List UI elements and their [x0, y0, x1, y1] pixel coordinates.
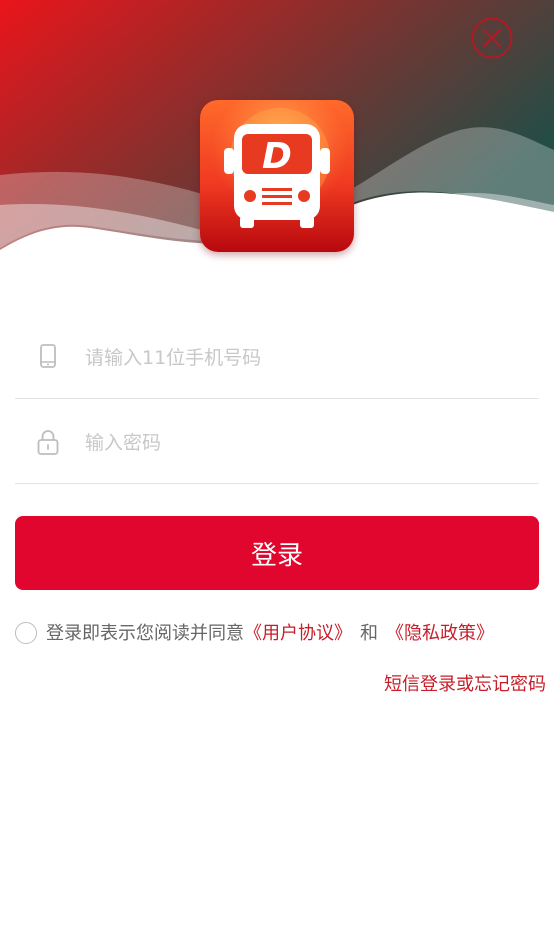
- privacy-policy-link[interactable]: 《隐私政策》: [386, 623, 494, 644]
- user-agreement-link[interactable]: 《用户协议》: [244, 623, 352, 644]
- app-logo: D: [200, 100, 354, 252]
- agreement-prefix: 登录即表示您阅读并同意: [46, 623, 244, 644]
- phone-icon: [40, 344, 56, 368]
- agreement-checkbox[interactable]: [15, 622, 37, 644]
- phone-input[interactable]: [83, 337, 527, 379]
- lock-icon: [37, 430, 59, 455]
- agreement-and: 和: [360, 623, 378, 644]
- password-input[interactable]: [83, 422, 527, 464]
- password-field-row: [15, 398, 539, 484]
- close-icon: [471, 17, 513, 59]
- agreement-row: 登录即表示您阅读并同意《用户协议》和《隐私政策》: [15, 621, 550, 649]
- close-button[interactable]: [470, 16, 514, 60]
- bus-logo-icon: D: [200, 100, 354, 252]
- sms-login-forgot-password-link[interactable]: 短信登录或忘记密码: [384, 672, 546, 698]
- agreement-text: 登录即表示您阅读并同意《用户协议》和《隐私政策》: [46, 621, 494, 647]
- phone-field-row: [15, 313, 539, 399]
- svg-text:D: D: [262, 136, 292, 177]
- login-button[interactable]: 登录: [15, 516, 539, 590]
